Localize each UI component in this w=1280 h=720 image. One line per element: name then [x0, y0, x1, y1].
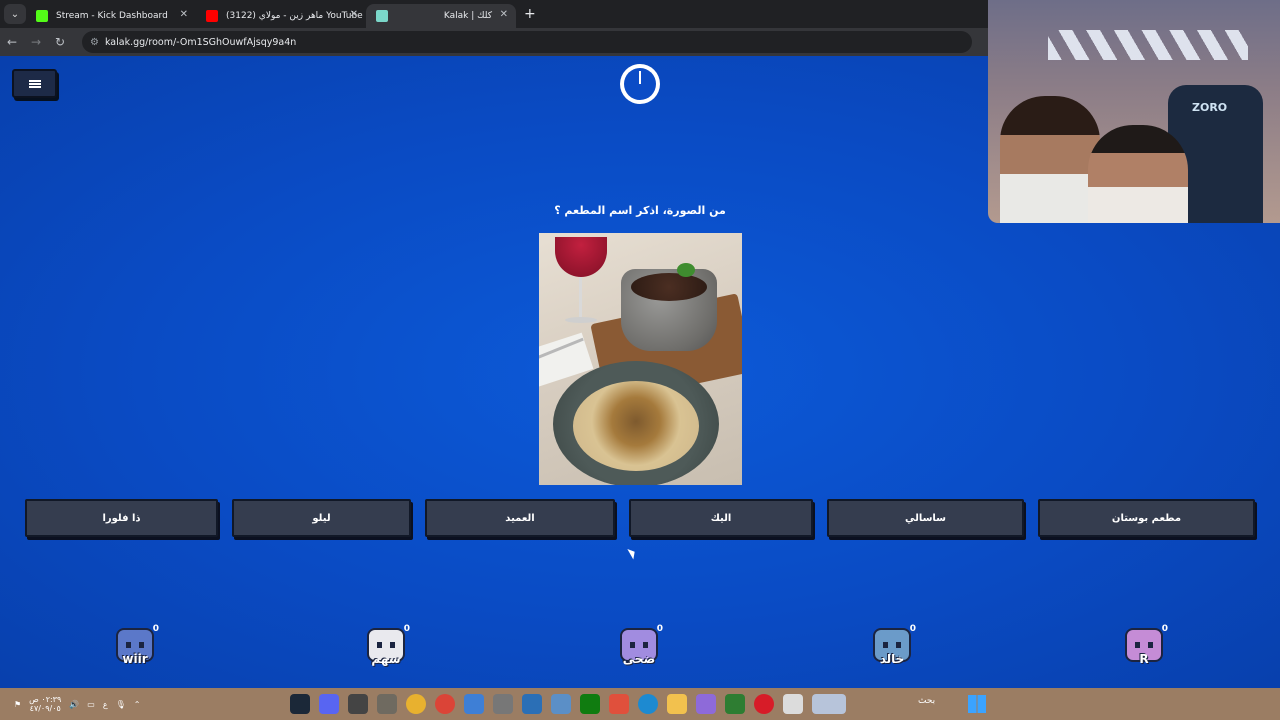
youtube-favicon-icon	[206, 10, 218, 22]
tab-title: ماهر زين - مولاي (3122) YouTube	[226, 11, 363, 21]
player-score: 0	[152, 624, 159, 634]
discord-icon[interactable]	[319, 694, 339, 714]
chrome-icon[interactable]	[406, 694, 426, 714]
clock-time: ٠٢:٣٩ ص	[29, 695, 62, 704]
chevron-up-icon[interactable]: ⌃	[134, 700, 141, 709]
player-name: wiir	[122, 652, 148, 666]
weather-icon[interactable]	[812, 694, 846, 714]
player-score: 0	[909, 624, 916, 634]
player-card: 0 سهم	[356, 624, 416, 680]
opera-icon[interactable]	[754, 694, 774, 714]
settings-icon[interactable]	[493, 694, 513, 714]
search-label[interactable]: بحث	[918, 696, 935, 706]
tab-youtube[interactable]: ماهر زين - مولاي (3122) YouTube ✕	[196, 4, 366, 28]
webcam-overlay: ZORO	[988, 0, 1280, 223]
wall-lights	[1048, 30, 1248, 60]
reload-icon[interactable]: ↻	[48, 35, 72, 49]
timer-icon	[620, 64, 660, 104]
tab-kalak[interactable]: Kalak | كلك ✕	[366, 4, 516, 28]
tab-kick[interactable]: Stream - Kick Dashboard ✕	[26, 4, 196, 28]
back-arrow-icon[interactable]: ←	[0, 35, 24, 49]
player-card: 0 ضحى	[609, 624, 669, 680]
answer-options: ذا فلورا ليلو العميد اليك ساسالي مطعم بو…	[0, 499, 1280, 539]
system-tray: ⚑ ٠٢:٣٩ ص ٤٧/٠٩/٠٥ 🔊 ▭ ع 🎙 ⌃	[0, 695, 140, 713]
chair-brand: ZORO	[1192, 101, 1228, 114]
network-icon[interactable]: ▭	[87, 700, 95, 709]
answer-button[interactable]: ليلو	[232, 499, 411, 537]
question-image	[539, 233, 742, 485]
new-tab-button[interactable]: +	[524, 6, 536, 22]
answer-button[interactable]: ذا فلورا	[25, 499, 218, 537]
player-score: 0	[656, 624, 663, 634]
notification-icon[interactable]: ⚑	[14, 700, 21, 709]
microphone-icon[interactable]: 🎙	[116, 700, 126, 709]
player-card: 0 R	[1114, 624, 1174, 680]
language-indicator[interactable]: ع	[103, 700, 108, 709]
forward-arrow-icon[interactable]: →	[24, 35, 48, 49]
close-tab-icon[interactable]: ✕	[500, 9, 508, 20]
close-tab-icon[interactable]: ✕	[180, 9, 188, 20]
kick-favicon-icon	[36, 10, 48, 22]
cocktail-glass	[555, 237, 607, 277]
app-icon[interactable]	[725, 694, 745, 714]
site-info-icon[interactable]: ⚙	[90, 37, 99, 48]
streamer-left	[1000, 96, 1100, 223]
folder-icon[interactable]	[667, 694, 687, 714]
edge-icon[interactable]	[638, 694, 658, 714]
answer-button[interactable]: مطعم بوستان	[1038, 499, 1255, 537]
excel-icon[interactable]	[377, 694, 397, 714]
answer-button[interactable]: ساسالي	[827, 499, 1024, 537]
player-name: سهم	[371, 652, 401, 666]
player-name: R	[1139, 652, 1149, 666]
url-field[interactable]: ⚙ kalak.gg/room/-Om1SGhOuwfAjsqy9a4n	[82, 31, 972, 53]
app-icon[interactable]	[609, 694, 629, 714]
player-card: 0 خالد	[862, 624, 922, 680]
clock[interactable]: ٠٢:٣٩ ص ٤٧/٠٩/٠٥	[29, 695, 61, 713]
answer-button[interactable]: اليك	[629, 499, 813, 537]
answer-button[interactable]: العميد	[425, 499, 615, 537]
player-score: 0	[403, 624, 410, 634]
windows-start-icon[interactable]	[968, 695, 986, 713]
kalak-favicon-icon	[376, 10, 388, 22]
tab-title: Kalak | كلك	[443, 11, 492, 21]
url-text: kalak.gg/room/-Om1SGhOuwfAjsqy9a4n	[104, 36, 297, 48]
chrome-icon[interactable]	[435, 694, 455, 714]
clock-date: ٤٧/٠٩/٠٥	[29, 704, 61, 713]
volume-icon[interactable]: 🔊	[69, 700, 79, 709]
player-name: ضحى	[622, 652, 656, 666]
streamer-right	[1088, 125, 1188, 223]
player-name: خالد	[879, 652, 905, 666]
hamburger-menu-button[interactable]	[12, 69, 57, 98]
app-icon[interactable]	[696, 694, 716, 714]
player-score: 0	[1161, 624, 1168, 634]
mail-icon[interactable]	[522, 694, 542, 714]
tab-search-button[interactable]: ⌄	[4, 4, 26, 24]
hamburger-icon	[28, 79, 41, 88]
windows-taskbar: ⚑ ٠٢:٣٩ ص ٤٧/٠٩/٠٥ 🔊 ▭ ع 🎙 ⌃ بحث	[0, 688, 1280, 720]
pinned-apps	[290, 694, 846, 714]
store-icon[interactable]	[464, 694, 484, 714]
app-icon[interactable]	[551, 694, 571, 714]
xbox-icon[interactable]	[580, 694, 600, 714]
mouse-cursor-icon	[627, 546, 638, 560]
question-text: من الصورة، اذكر اسم المطعم ؟	[554, 204, 726, 217]
app-icon[interactable]	[348, 694, 368, 714]
steam-icon[interactable]	[290, 694, 310, 714]
tab-title: Stream - Kick Dashboard	[56, 11, 168, 21]
player-card: 0 wiir	[105, 624, 165, 680]
close-tab-icon[interactable]: ✕	[350, 9, 358, 20]
notepad-icon[interactable]	[783, 694, 803, 714]
